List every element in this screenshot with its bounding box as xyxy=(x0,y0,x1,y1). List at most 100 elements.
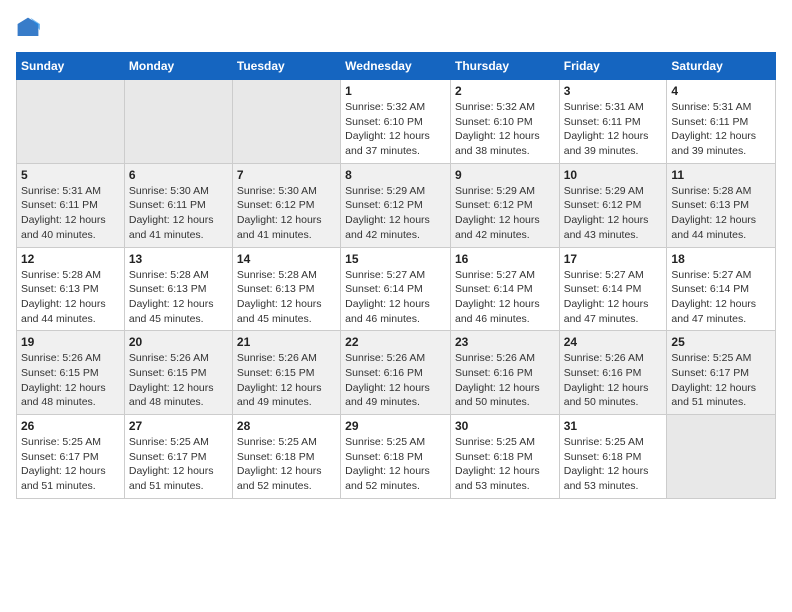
calendar-cell: 15 Sunrise: 5:27 AM Sunset: 6:14 PM Dayli… xyxy=(341,247,451,331)
day-of-week-header: Thursday xyxy=(450,53,559,80)
day-number: 26 xyxy=(21,419,120,433)
day-info: Sunrise: 5:26 AM Sunset: 6:15 PM Dayligh… xyxy=(129,351,228,410)
calendar-cell: 9Sunrise: 5:29 AM Sunset: 6:12 PM Daylig… xyxy=(450,163,559,247)
calendar-cell: 26 Sunrise: 5:25 AM Sunset: 6:17 PM Dayli… xyxy=(17,415,125,499)
calendar-cell: 30 Sunrise: 5:25 AM Sunset: 6:18 PM Dayli… xyxy=(450,415,559,499)
calendar-cell: 1 Sunrise: 5:32 AM Sunset: 6:10 PM Daylig… xyxy=(341,80,451,164)
calendar-cell: 7 Sunrise: 5:30 AM Sunset: 6:12 PM Daylig… xyxy=(232,163,340,247)
day-info: Sunrise: 5:25 AM Sunset: 6:18 PM Dayligh… xyxy=(455,435,555,494)
day-number: 31 xyxy=(564,419,663,433)
calendar-cell: 24 Sunrise: 5:26 AM Sunset: 6:16 PM Dayli… xyxy=(559,331,667,415)
day-info: Sunrise: 5:25 AM Sunset: 6:18 PM Dayligh… xyxy=(564,435,663,494)
calendar-week-row: 26 Sunrise: 5:25 AM Sunset: 6:17 PM Dayli… xyxy=(17,415,776,499)
day-of-week-header: Sunday xyxy=(17,53,125,80)
calendar-cell: 12 Sunrise: 5:28 AM Sunset: 6:13 PM Dayli… xyxy=(17,247,125,331)
calendar-cell: 29Sunrise: 5:25 AM Sunset: 6:18 PM Dayli… xyxy=(341,415,451,499)
day-info: Sunrise: 5:27 AM Sunset: 6:14 PM Dayligh… xyxy=(345,268,446,327)
day-number: 17 xyxy=(564,252,663,266)
day-info: Sunrise: 5:31 AM Sunset: 6:11 PM Dayligh… xyxy=(671,100,771,159)
day-info: Sunrise: 5:28 AM Sunset: 6:13 PM Dayligh… xyxy=(671,184,771,243)
day-number: 14 xyxy=(237,252,336,266)
day-number: 16 xyxy=(455,252,555,266)
day-info: Sunrise: 5:32 AM Sunset: 6:10 PM Dayligh… xyxy=(345,100,446,159)
day-number: 19 xyxy=(21,335,120,349)
calendar-cell: 13 Sunrise: 5:28 AM Sunset: 6:13 PM Dayli… xyxy=(124,247,232,331)
calendar-cell: 25 Sunrise: 5:25 AM Sunset: 6:17 PM Dayli… xyxy=(667,331,776,415)
day-number: 30 xyxy=(455,419,555,433)
day-info: Sunrise: 5:28 AM Sunset: 6:13 PM Dayligh… xyxy=(129,268,228,327)
calendar-cell: 6Sunrise: 5:30 AM Sunset: 6:11 PM Daylig… xyxy=(124,163,232,247)
calendar-cell: 20 Sunrise: 5:26 AM Sunset: 6:15 PM Dayli… xyxy=(124,331,232,415)
calendar-header-row: SundayMondayTuesdayWednesdayThursdayFrid… xyxy=(17,53,776,80)
day-number: 22 xyxy=(345,335,446,349)
day-number: 20 xyxy=(129,335,228,349)
day-info: Sunrise: 5:29 AM Sunset: 6:12 PM Dayligh… xyxy=(455,184,555,243)
day-number: 25 xyxy=(671,335,771,349)
calendar-cell: 2Sunrise: 5:32 AM Sunset: 6:10 PM Daylig… xyxy=(450,80,559,164)
calendar-cell: 27Sunrise: 5:25 AM Sunset: 6:17 PM Dayli… xyxy=(124,415,232,499)
day-info: Sunrise: 5:27 AM Sunset: 6:14 PM Dayligh… xyxy=(564,268,663,327)
day-number: 8 xyxy=(345,168,446,182)
calendar-cell: 10 Sunrise: 5:29 AM Sunset: 6:12 PM Dayli… xyxy=(559,163,667,247)
calendar-cell: 31 Sunrise: 5:25 AM Sunset: 6:18 PM Dayli… xyxy=(559,415,667,499)
day-number: 24 xyxy=(564,335,663,349)
day-number: 12 xyxy=(21,252,120,266)
day-of-week-header: Friday xyxy=(559,53,667,80)
day-info: Sunrise: 5:26 AM Sunset: 6:16 PM Dayligh… xyxy=(564,351,663,410)
calendar-cell xyxy=(124,80,232,164)
day-number: 18 xyxy=(671,252,771,266)
day-number: 2 xyxy=(455,84,555,98)
calendar-cell: 16 Sunrise: 5:27 AM Sunset: 6:14 PM Dayli… xyxy=(450,247,559,331)
calendar-week-row: 19 Sunrise: 5:26 AM Sunset: 6:15 PM Dayli… xyxy=(17,331,776,415)
day-number: 4 xyxy=(671,84,771,98)
day-info: Sunrise: 5:27 AM Sunset: 6:14 PM Dayligh… xyxy=(671,268,771,327)
calendar-cell: 14Sunrise: 5:28 AM Sunset: 6:13 PM Dayli… xyxy=(232,247,340,331)
calendar-week-row: 1 Sunrise: 5:32 AM Sunset: 6:10 PM Daylig… xyxy=(17,80,776,164)
day-number: 11 xyxy=(671,168,771,182)
day-number: 28 xyxy=(237,419,336,433)
day-info: Sunrise: 5:26 AM Sunset: 6:15 PM Dayligh… xyxy=(237,351,336,410)
calendar-week-row: 5Sunrise: 5:31 AM Sunset: 6:11 PM Daylig… xyxy=(17,163,776,247)
day-info: Sunrise: 5:25 AM Sunset: 6:17 PM Dayligh… xyxy=(21,435,120,494)
day-number: 3 xyxy=(564,84,663,98)
day-number: 10 xyxy=(564,168,663,182)
calendar-cell: 19Sunrise: 5:26 AM Sunset: 6:15 PM Dayli… xyxy=(17,331,125,415)
day-number: 7 xyxy=(237,168,336,182)
calendar-cell: 4 Sunrise: 5:31 AM Sunset: 6:11 PM Daylig… xyxy=(667,80,776,164)
calendar-cell xyxy=(232,80,340,164)
day-number: 15 xyxy=(345,252,446,266)
calendar-cell: 18 Sunrise: 5:27 AM Sunset: 6:14 PM Dayli… xyxy=(667,247,776,331)
day-info: Sunrise: 5:25 AM Sunset: 6:17 PM Dayligh… xyxy=(129,435,228,494)
day-info: Sunrise: 5:30 AM Sunset: 6:12 PM Dayligh… xyxy=(237,184,336,243)
day-number: 23 xyxy=(455,335,555,349)
calendar-cell: 23Sunrise: 5:26 AM Sunset: 6:16 PM Dayli… xyxy=(450,331,559,415)
day-number: 1 xyxy=(345,84,446,98)
calendar-table: SundayMondayTuesdayWednesdayThursdayFrid… xyxy=(16,52,776,499)
day-of-week-header: Wednesday xyxy=(341,53,451,80)
day-info: Sunrise: 5:29 AM Sunset: 6:12 PM Dayligh… xyxy=(345,184,446,243)
calendar-cell: 3 Sunrise: 5:31 AM Sunset: 6:11 PM Daylig… xyxy=(559,80,667,164)
calendar-week-row: 12 Sunrise: 5:28 AM Sunset: 6:13 PM Dayli… xyxy=(17,247,776,331)
day-number: 21 xyxy=(237,335,336,349)
calendar-cell: 5Sunrise: 5:31 AM Sunset: 6:11 PM Daylig… xyxy=(17,163,125,247)
day-info: Sunrise: 5:25 AM Sunset: 6:17 PM Dayligh… xyxy=(671,351,771,410)
logo xyxy=(16,16,44,40)
day-of-week-header: Saturday xyxy=(667,53,776,80)
calendar-cell: 22Sunrise: 5:26 AM Sunset: 6:16 PM Dayli… xyxy=(341,331,451,415)
calendar-cell: 28 Sunrise: 5:25 AM Sunset: 6:18 PM Dayli… xyxy=(232,415,340,499)
day-of-week-header: Monday xyxy=(124,53,232,80)
calendar-cell: 17 Sunrise: 5:27 AM Sunset: 6:14 PM Dayli… xyxy=(559,247,667,331)
calendar-cell: 21 Sunrise: 5:26 AM Sunset: 6:15 PM Dayli… xyxy=(232,331,340,415)
day-info: Sunrise: 5:29 AM Sunset: 6:12 PM Dayligh… xyxy=(564,184,663,243)
day-info: Sunrise: 5:28 AM Sunset: 6:13 PM Dayligh… xyxy=(21,268,120,327)
day-number: 13 xyxy=(129,252,228,266)
day-number: 6 xyxy=(129,168,228,182)
calendar-cell: 8 Sunrise: 5:29 AM Sunset: 6:12 PM Daylig… xyxy=(341,163,451,247)
calendar-cell xyxy=(17,80,125,164)
day-info: Sunrise: 5:25 AM Sunset: 6:18 PM Dayligh… xyxy=(237,435,336,494)
day-info: Sunrise: 5:27 AM Sunset: 6:14 PM Dayligh… xyxy=(455,268,555,327)
calendar-cell: 11 Sunrise: 5:28 AM Sunset: 6:13 PM Dayli… xyxy=(667,163,776,247)
generalblue-icon xyxy=(16,16,40,40)
day-info: Sunrise: 5:25 AM Sunset: 6:18 PM Dayligh… xyxy=(345,435,446,494)
day-info: Sunrise: 5:31 AM Sunset: 6:11 PM Dayligh… xyxy=(564,100,663,159)
